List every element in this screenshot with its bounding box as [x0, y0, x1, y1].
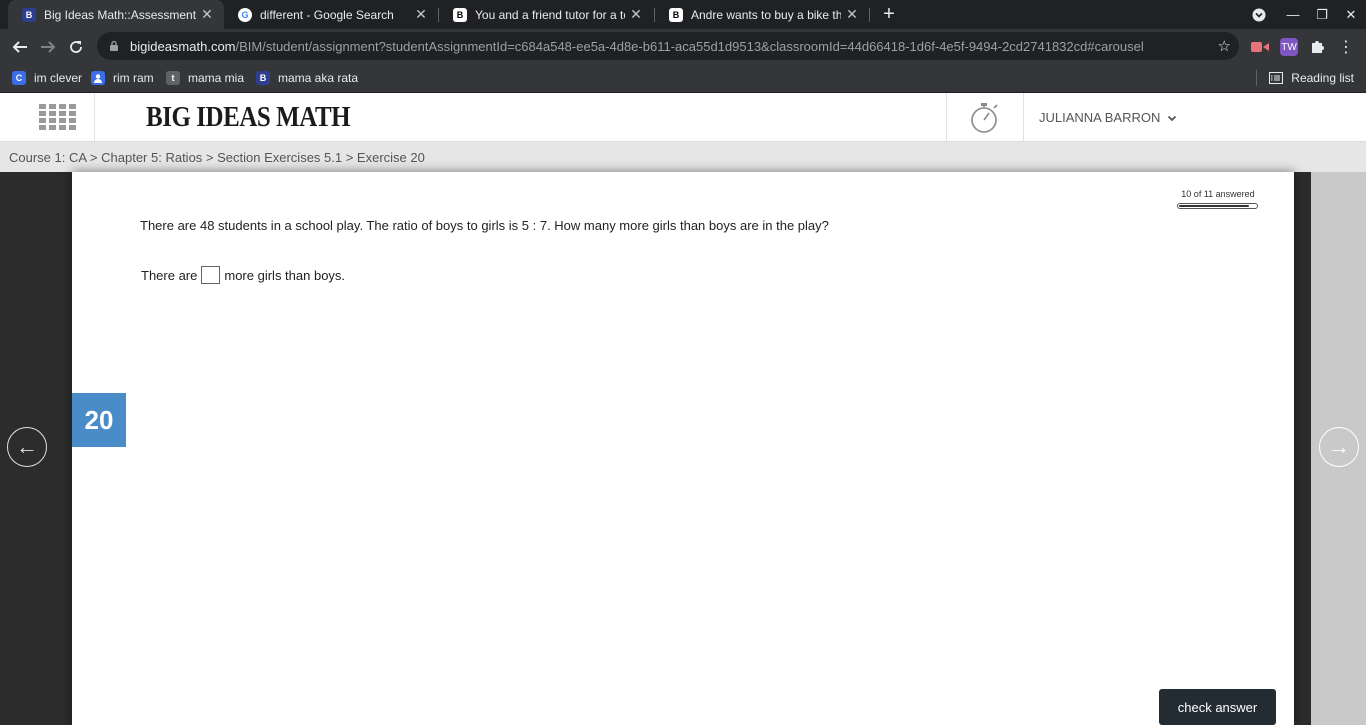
reading-list-label: Reading list: [1291, 71, 1354, 85]
url-path: /BIM/student/assignment?studentAssignmen…: [235, 38, 1144, 54]
forward-arrow-icon[interactable]: [36, 35, 60, 59]
browser-menu-icon[interactable]: ⋮: [1334, 35, 1358, 59]
reading-list-icon: [1269, 72, 1284, 84]
tab-google-search[interactable]: G different - Google Search ✕: [224, 0, 438, 29]
address-bar[interactable]: bigideasmath.com/BIM/student/assignment?…: [97, 32, 1239, 60]
browser-toolbar: bigideasmath.com/BIM/student/assignment?…: [0, 29, 1366, 64]
user-menu[interactable]: JULIANNA BARRON: [1039, 93, 1177, 142]
url-text: bigideasmath.com/BIM/student/assignment?…: [130, 39, 1144, 54]
brainly-favicon: B: [453, 7, 467, 22]
extension-tw-icon[interactable]: TW: [1280, 38, 1298, 56]
big-ideas-favicon: B: [22, 7, 36, 22]
apps-grid-icon[interactable]: [0, 93, 95, 142]
tab-title: Big Ideas Math::Assessment: [44, 7, 196, 22]
page-viewport: BIG IDEAS MATH JULIANNA BARRON Course 1:…: [0, 93, 1366, 725]
close-tab-icon[interactable]: ✕: [410, 6, 432, 23]
clever-icon: C: [12, 71, 26, 85]
answer-prefix: There are: [141, 267, 198, 283]
chevron-down-icon: [1168, 115, 1177, 121]
bookmark-rim-ram[interactable]: rim ram: [91, 64, 154, 92]
next-exercise-arrow-icon[interactable]: →: [1319, 427, 1359, 467]
bookmark-mama-aka-rata[interactable]: B mama aka rata: [256, 64, 358, 92]
bookmark-im-clever[interactable]: C im clever: [12, 64, 82, 92]
tab-brainly-bike[interactable]: B Andre wants to buy a bike that h ✕: [655, 0, 869, 29]
back-arrow-icon[interactable]: [8, 35, 32, 59]
check-answer-button[interactable]: check answer: [1159, 689, 1276, 725]
previous-exercise-arrow-icon[interactable]: ←: [7, 427, 47, 467]
tumblr-icon: t: [166, 71, 180, 85]
tab-title: different - Google Search: [260, 7, 394, 22]
tab-title: Andre wants to buy a bike that h: [691, 7, 841, 22]
tab-big-ideas-assessment[interactable]: B Big Ideas Math::Assessment ✕: [8, 0, 224, 29]
close-tab-icon[interactable]: ✕: [625, 6, 647, 23]
question-text: There are 48 students in a school play. …: [140, 218, 829, 233]
tab-divider: [869, 8, 870, 22]
tab-brainly-tutor[interactable]: B You and a friend tutor for a tota ✕: [439, 0, 653, 29]
progress-bar-fill: [1179, 205, 1249, 207]
answer-suffix: more girls than boys.: [224, 267, 346, 283]
previous-panel: ←: [0, 172, 55, 725]
new-tab-icon[interactable]: +: [878, 4, 900, 26]
screencast-extension-icon[interactable]: [1251, 38, 1269, 56]
lock-icon: [110, 40, 118, 51]
minimize-icon[interactable]: —: [1279, 0, 1307, 29]
answer-input[interactable]: [201, 266, 221, 284]
answer-sentence: There are more girls than boys.: [141, 266, 345, 284]
big-ideas-favicon: B: [256, 71, 270, 85]
bookmark-label: rim ram: [113, 71, 154, 85]
bookmark-label: mama mia: [188, 71, 245, 85]
bookmark-label: mama aka rata: [278, 71, 359, 85]
reading-list-button[interactable]: Reading list: [1256, 64, 1354, 92]
close-window-icon[interactable]: ✕: [1337, 0, 1365, 29]
app-header: BIG IDEAS MATH JULIANNA BARRON: [0, 93, 1366, 142]
bookmarks-divider: [1256, 70, 1258, 86]
exercise-number-badge: 20: [72, 393, 126, 447]
next-panel: →: [1311, 172, 1366, 725]
breadcrumb-bar: Course 1: CA > Chapter 5: Ratios > Secti…: [0, 142, 1366, 172]
bookmark-label: im clever: [34, 71, 83, 85]
stopwatch-icon[interactable]: [946, 93, 1024, 142]
profile-icon: [91, 71, 105, 85]
reload-icon[interactable]: [64, 35, 88, 59]
bookmark-star-icon[interactable]: ☆: [1218, 37, 1231, 55]
brainly-favicon: B: [669, 7, 683, 22]
close-tab-icon[interactable]: ✕: [196, 6, 218, 23]
close-tab-icon[interactable]: ✕: [841, 6, 863, 23]
url-host: bigideasmath.com: [130, 38, 236, 54]
restore-icon[interactable]: ❐: [1308, 0, 1336, 29]
puzzle-extensions-icon[interactable]: [1308, 38, 1326, 56]
user-name: JULIANNA BARRON: [1039, 110, 1161, 125]
progress-bar: [1177, 203, 1258, 209]
tab-search-icon[interactable]: [1245, 0, 1273, 29]
bookmarks-bar: C im clever rim ram t mama mia B mama ak…: [0, 64, 1366, 93]
tab-title: You and a friend tutor for a tota: [475, 7, 625, 22]
big-ideas-math-logo: BIG IDEAS MATH: [146, 101, 351, 133]
bookmark-mama-mia[interactable]: t mama mia: [166, 64, 244, 92]
browser-tab-strip: B Big Ideas Math::Assessment ✕ G differe…: [0, 0, 1366, 29]
exercise-card: 10 of 11 answered There are 48 students …: [72, 172, 1294, 725]
google-favicon: G: [238, 7, 252, 22]
answered-progress: 10 of 11 answered: [1177, 189, 1259, 209]
breadcrumb: Course 1: CA > Chapter 5: Ratios > Secti…: [9, 150, 425, 165]
progress-label: 10 of 11 answered: [1181, 189, 1255, 199]
